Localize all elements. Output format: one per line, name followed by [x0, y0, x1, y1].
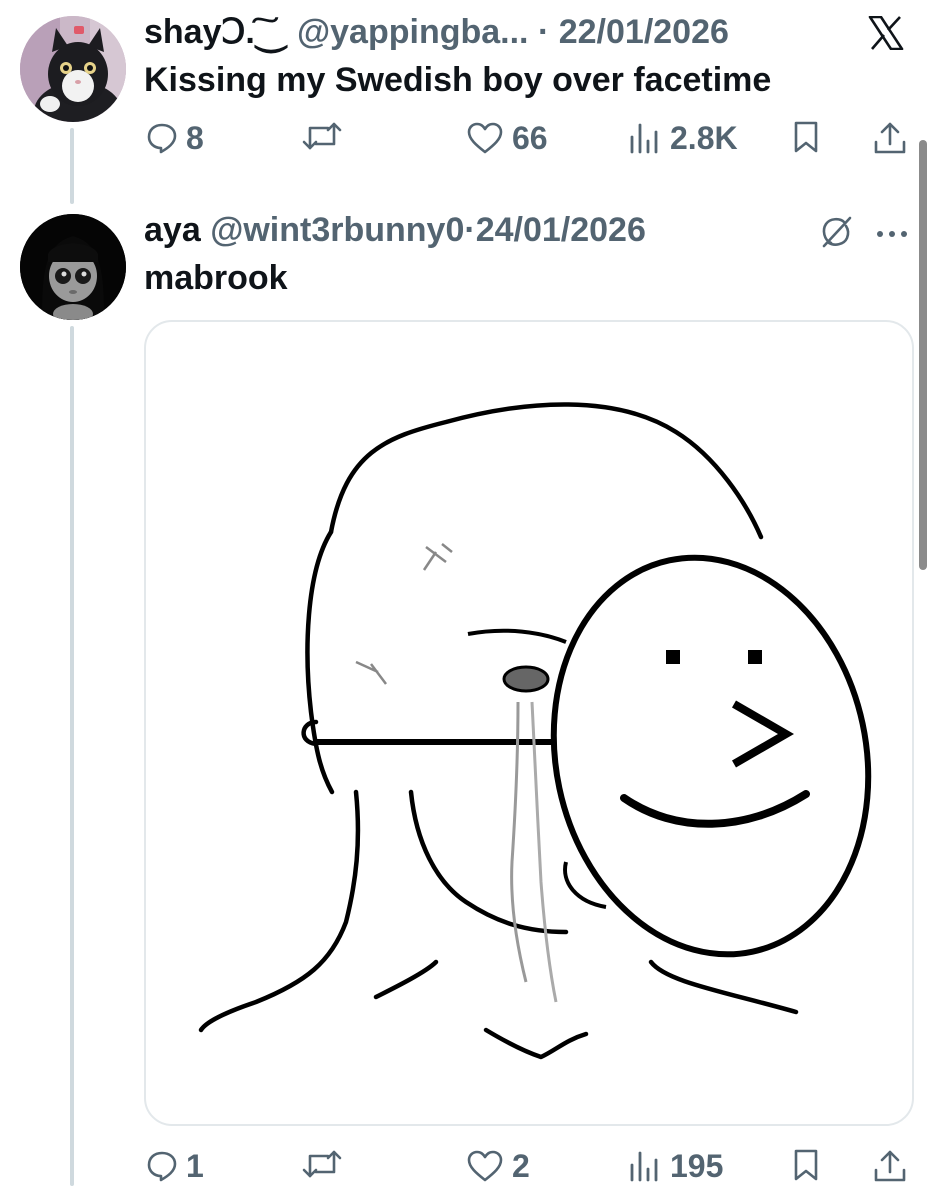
scrollbar-thumb[interactable]	[919, 140, 927, 570]
bookmark-icon	[794, 1149, 818, 1181]
tweet-text: mabrook	[144, 259, 288, 297]
tweet-header: aya @wint3rbunny0·24/01/2026	[144, 210, 646, 250]
separator-dot: ·	[537, 13, 550, 51]
share-button[interactable]	[872, 1148, 908, 1184]
like-count: 66	[512, 120, 548, 156]
tweet-media-image[interactable]	[144, 320, 914, 1126]
doll-avatar-image	[20, 214, 126, 320]
grok-icon[interactable]	[818, 214, 854, 255]
separator-dot: ·	[464, 211, 476, 249]
heart-icon	[467, 122, 503, 154]
x-logo-icon	[868, 15, 904, 55]
tweet-header: shayↃ.͠⏝ @yappingba... · 22/01/2026	[144, 12, 729, 52]
like-button[interactable]: 66	[466, 120, 548, 156]
views-count: 195	[670, 1148, 724, 1184]
repost-icon	[302, 122, 342, 150]
share-button[interactable]	[872, 120, 908, 156]
tweet-text: Kissing my Swedish boy over facetime	[144, 61, 772, 99]
cat-avatar-image	[20, 16, 126, 122]
avatar[interactable]	[20, 16, 126, 122]
display-name[interactable]: shayↃ.͠⏝	[144, 13, 288, 51]
bookmark-icon	[794, 121, 818, 153]
share-icon	[874, 1150, 906, 1182]
views-button[interactable]: 2.8K	[628, 120, 738, 156]
like-count: 2	[512, 1148, 530, 1184]
wojak-mask-meme-image	[198, 402, 872, 1060]
tweet-date[interactable]: 22/01/2026	[559, 13, 729, 51]
tweet-date[interactable]: 24/01/2026	[476, 211, 646, 249]
reply-icon	[147, 123, 177, 154]
share-icon	[874, 122, 906, 154]
reply-count: 8	[186, 120, 204, 156]
user-handle[interactable]: @wint3rbunny0	[210, 211, 464, 249]
thread-connector-line	[70, 326, 74, 1186]
reply-count: 1	[186, 1148, 204, 1184]
repost-button[interactable]	[302, 1148, 350, 1180]
repost-button[interactable]	[302, 120, 350, 152]
reply-button[interactable]: 1	[146, 1148, 204, 1184]
views-count: 2.8K	[670, 120, 738, 156]
heart-icon	[467, 1150, 503, 1182]
bookmark-button[interactable]	[792, 1148, 820, 1182]
like-button[interactable]: 2	[466, 1148, 530, 1184]
reply-button[interactable]: 8	[146, 120, 204, 156]
repost-icon	[302, 1150, 342, 1178]
more-dots-icon[interactable]	[876, 226, 908, 244]
views-icon	[630, 123, 658, 154]
bookmark-button[interactable]	[792, 120, 820, 154]
views-icon	[630, 1151, 658, 1182]
thread-connector-line	[70, 128, 74, 204]
display-name[interactable]: aya	[144, 211, 201, 249]
user-handle[interactable]: @yappingba...	[297, 13, 529, 51]
reply-icon	[147, 1151, 177, 1182]
avatar[interactable]	[20, 214, 126, 320]
views-button[interactable]: 195	[628, 1148, 723, 1184]
